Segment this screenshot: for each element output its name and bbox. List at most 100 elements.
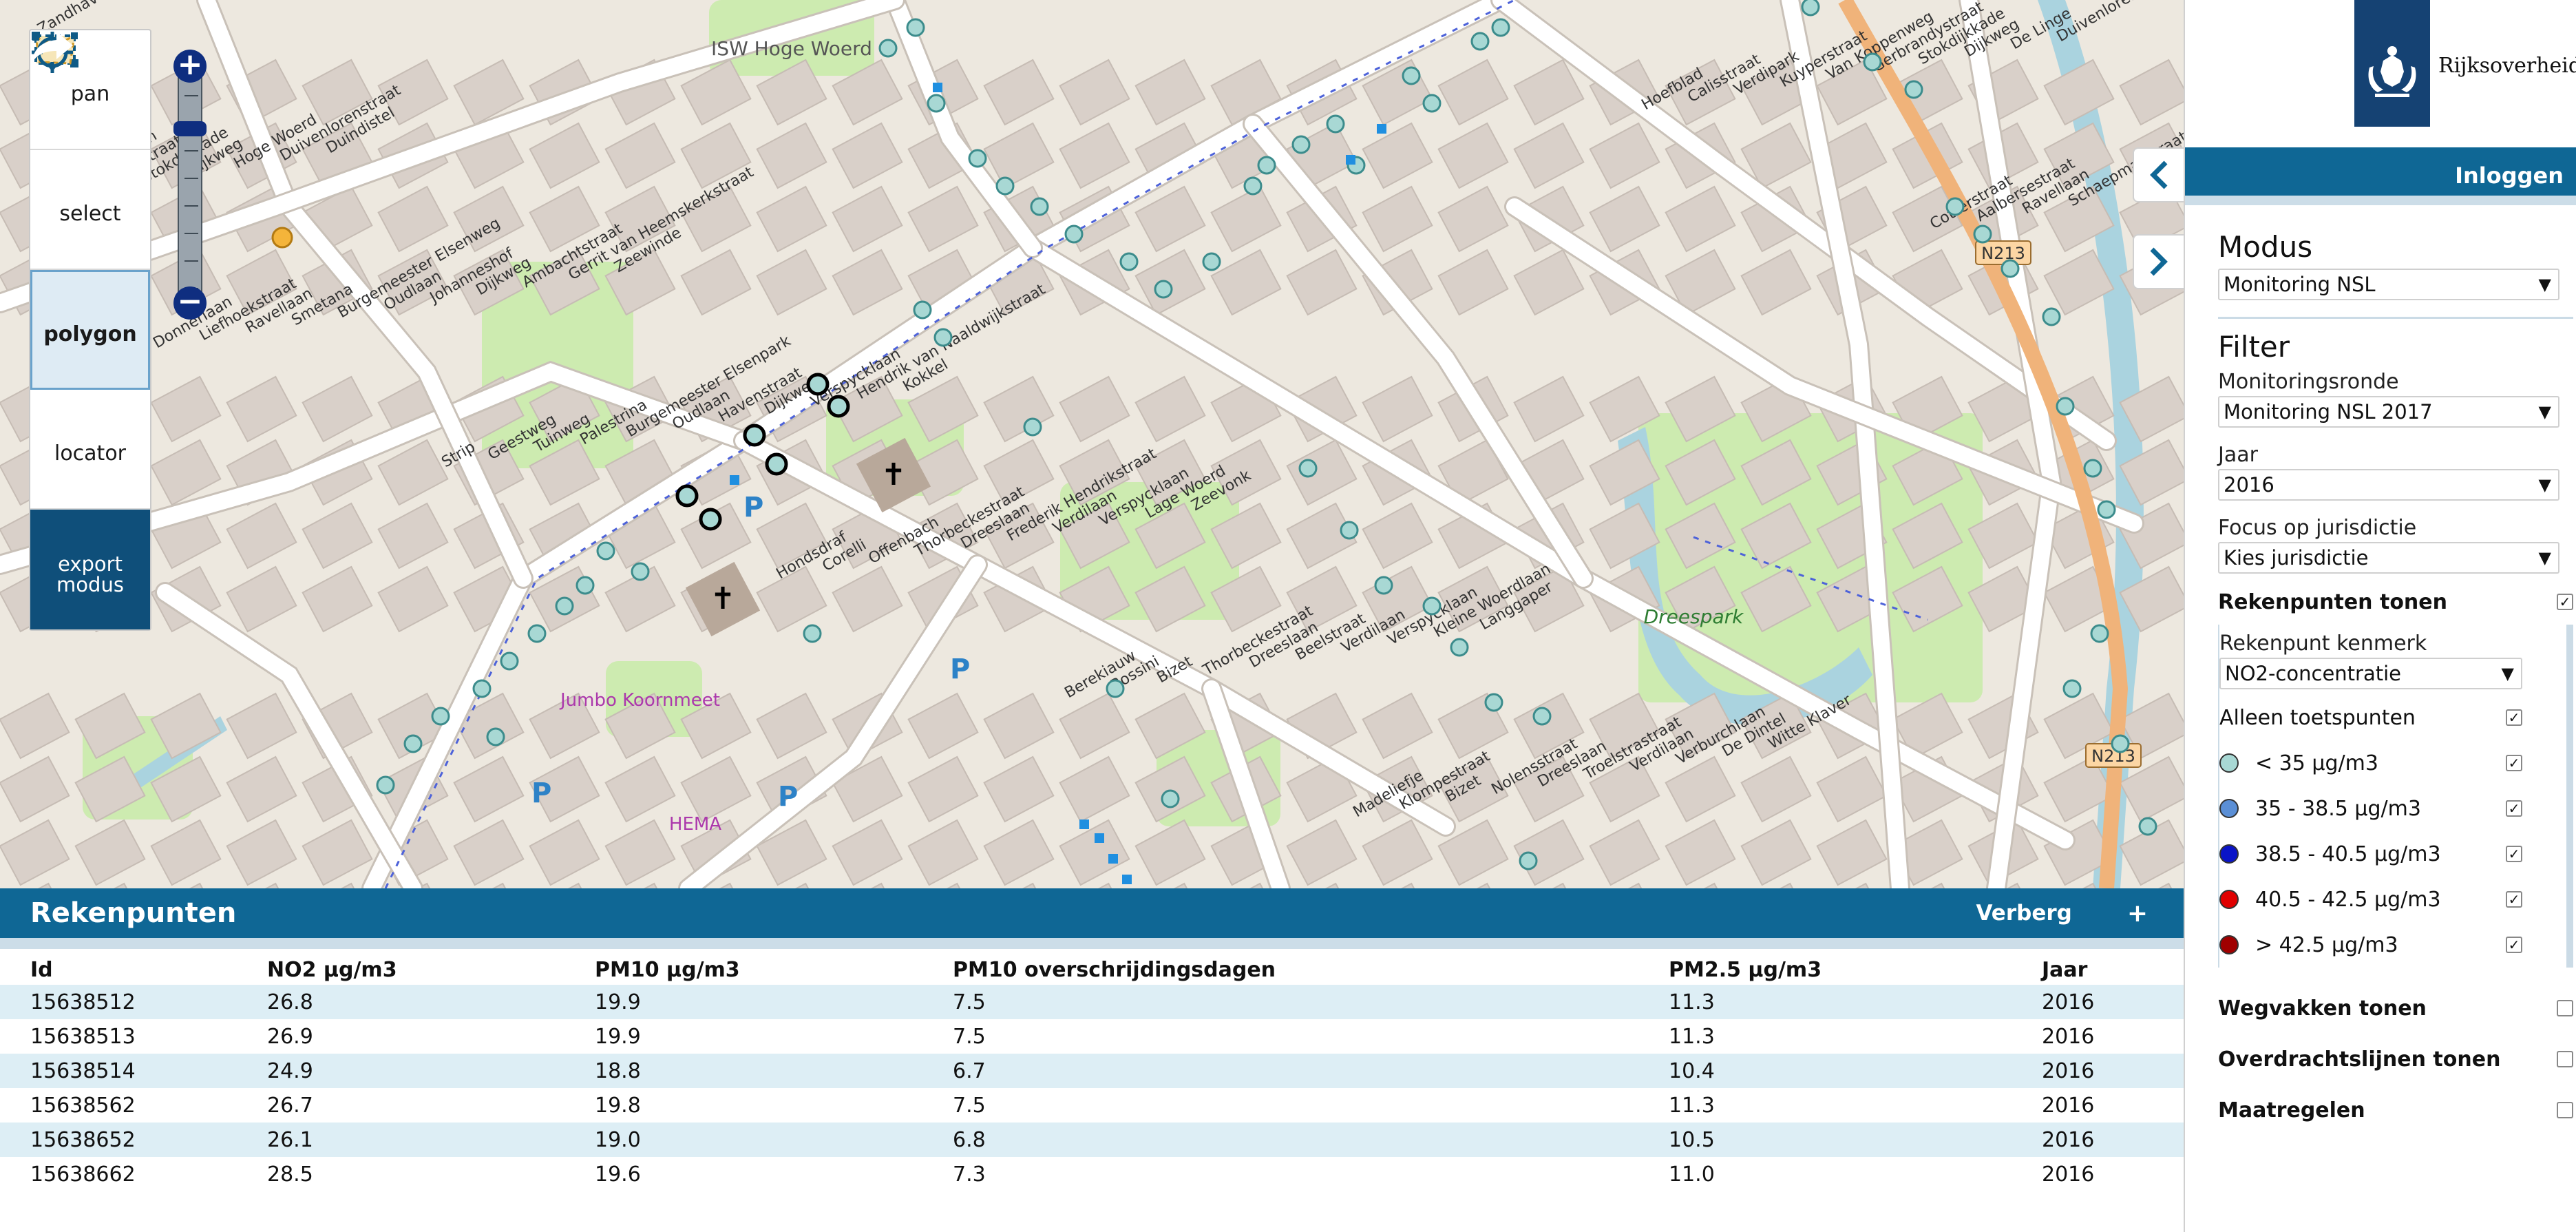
legend-checkbox[interactable]: ✓ <box>2506 937 2522 953</box>
measurement-point <box>376 775 395 795</box>
building-block <box>907 882 979 888</box>
column-header-id[interactable]: Id <box>0 949 237 985</box>
table-row[interactable]: 15638512 26.8 19.9 7.5 11.3 2016 <box>0 985 2184 1019</box>
wegvakken-row: Wegvakken tonen <box>2218 983 2573 1034</box>
zoom-in-button[interactable]: + <box>173 50 207 83</box>
overdracht-label: Overdrachtslijnen tonen <box>2218 1047 2501 1072</box>
measurement-point <box>486 727 505 746</box>
measurement-point <box>431 707 450 726</box>
cell-id: 15638662 <box>30 1162 136 1187</box>
legend-checkbox[interactable]: ✓ <box>2506 846 2522 862</box>
legend-checkbox[interactable]: ✓ <box>2506 800 2522 817</box>
building-block <box>1134 185 1206 253</box>
export-mode-tool[interactable]: export modus <box>30 32 150 629</box>
building-block <box>907 819 979 886</box>
legend-label: 38.5 - 40.5 µg/m3 <box>2255 842 2441 866</box>
legend-item: > 42.5 µg/m3 ✓ <box>2219 922 2522 968</box>
measurement-point <box>1532 707 1552 726</box>
building-block <box>1513 59 1585 126</box>
building-block <box>150 819 222 886</box>
building-block <box>0 882 70 888</box>
table-row[interactable]: 15638562 26.7 19.8 7.5 11.3 2016 <box>0 1088 2184 1123</box>
building-block <box>1134 375 1206 443</box>
measurement-point <box>1161 789 1180 808</box>
focus-select[interactable]: Kies jurisdictie ▼ <box>2218 542 2559 574</box>
building-block <box>1513 375 1585 443</box>
measurement-point <box>403 734 423 753</box>
zoom-slider[interactable]: + − <box>173 50 207 320</box>
zoom-out-button[interactable]: − <box>173 286 207 320</box>
building-block <box>1513 249 1585 316</box>
building-block <box>1059 755 1130 823</box>
expand-button[interactable]: + <box>2127 899 2148 928</box>
church-icon: ✝ <box>881 457 907 492</box>
zoom-track[interactable] <box>178 66 202 303</box>
column-header-pm25[interactable]: PM2.5 µg/m3 <box>1638 949 2012 985</box>
table-row[interactable]: 15638652 26.1 19.0 6.8 10.5 2016 <box>0 1123 2184 1157</box>
legend: < 35 µg/m3 ✓ 35 - 38.5 µg/m3 ✓ 38.5 - 40… <box>2219 740 2566 968</box>
zoom-handle[interactable] <box>173 121 207 136</box>
kenmerk-select[interactable]: NO2-concentratie ▼ <box>2219 658 2522 689</box>
building-block <box>1059 122 1130 189</box>
table-row[interactable]: 15638662 28.5 19.6 7.3 11.0 2016 <box>0 1157 2184 1191</box>
building-block <box>377 502 449 570</box>
map-view[interactable]: Zandhaver Duindistel Zeewinde Kokkel Zeevonk… <box>0 0 2184 888</box>
maatregelen-checkbox[interactable] <box>2557 1102 2573 1118</box>
hide-button[interactable]: Verberg <box>1976 901 2072 926</box>
building-block <box>756 249 827 316</box>
toetspunten-checkbox[interactable]: ✓ <box>2506 709 2522 726</box>
building-block <box>377 565 449 633</box>
building-block <box>604 122 676 189</box>
church-icon: ✝ <box>710 581 736 616</box>
cell-id: 15638562 <box>30 1093 136 1118</box>
building-block <box>529 819 600 886</box>
legend-swatch-icon <box>2219 935 2239 954</box>
locator-tool[interactable]: locator <box>30 32 150 510</box>
measurement-point <box>1450 638 1469 657</box>
polygon-tool[interactable]: polygon <box>30 32 150 390</box>
table-row[interactable]: 15638514 24.9 18.8 6.7 10.4 2016 <box>0 1054 2184 1088</box>
maatregelen-label: Maatregelen <box>2218 1098 2365 1123</box>
polygon-label: polygon <box>43 322 137 346</box>
legend-checkbox[interactable]: ✓ <box>2506 891 2522 908</box>
measurement-point <box>1402 66 1421 85</box>
expand-panel-button[interactable] <box>2133 234 2185 289</box>
measurement-point <box>527 624 547 643</box>
measurement-point <box>2138 817 2157 836</box>
cell-no2: 26.1 <box>267 1127 313 1152</box>
table-row[interactable]: 15638513 26.9 19.9 7.5 11.3 2016 <box>0 1019 2184 1054</box>
building-block <box>1589 819 1660 886</box>
measurement-point <box>913 300 932 320</box>
login-link[interactable]: Inloggen <box>2455 163 2564 189</box>
road-section-marker <box>1346 155 1355 165</box>
monitoringsronde-select[interactable]: Monitoring NSL 2017 ▼ <box>2218 396 2559 428</box>
building-block <box>907 692 979 760</box>
jaar-select[interactable]: 2016 ▼ <box>2218 469 2559 501</box>
cell-id: 15638652 <box>30 1127 136 1152</box>
collapse-panel-button[interactable] <box>2133 147 2185 202</box>
building-block <box>832 565 903 633</box>
building-block <box>453 882 525 888</box>
building-block <box>832 185 903 253</box>
column-header-pm10[interactable]: PM10 µg/m3 <box>564 949 922 985</box>
map-canvas[interactable]: ZandhaverDuindistelZeewindeKokkelZeevonk… <box>0 0 2184 888</box>
legend-checkbox[interactable]: ✓ <box>2506 755 2522 771</box>
rekenpunten-toggle-row: Rekenpunten tonen ✓ <box>2218 579 2573 625</box>
measurement-point <box>878 39 898 58</box>
legend-label: > 42.5 µg/m3 <box>2255 932 2398 957</box>
legend-swatch-icon <box>2219 890 2239 909</box>
building-block <box>983 59 1055 126</box>
building-block <box>1059 59 1130 126</box>
select-tool[interactable]: select <box>30 32 150 270</box>
rekenpunten-checkbox[interactable]: ✓ <box>2557 594 2573 610</box>
overdracht-checkbox[interactable] <box>2557 1051 2573 1067</box>
building-block <box>226 819 297 886</box>
column-header-jaar[interactable]: Jaar <box>2012 949 2184 985</box>
column-header-pm10-days[interactable]: PM10 overschrijdingsdagen <box>922 949 1638 985</box>
column-header-no2[interactable]: NO2 µg/m3 <box>237 949 564 985</box>
building-block <box>983 819 1055 886</box>
selected-measurement-point <box>806 373 830 396</box>
modus-select[interactable]: Monitoring NSL ▼ <box>2218 269 2559 300</box>
cell-no2: 28.5 <box>267 1162 313 1187</box>
wegvakken-checkbox[interactable] <box>2557 1000 2573 1016</box>
